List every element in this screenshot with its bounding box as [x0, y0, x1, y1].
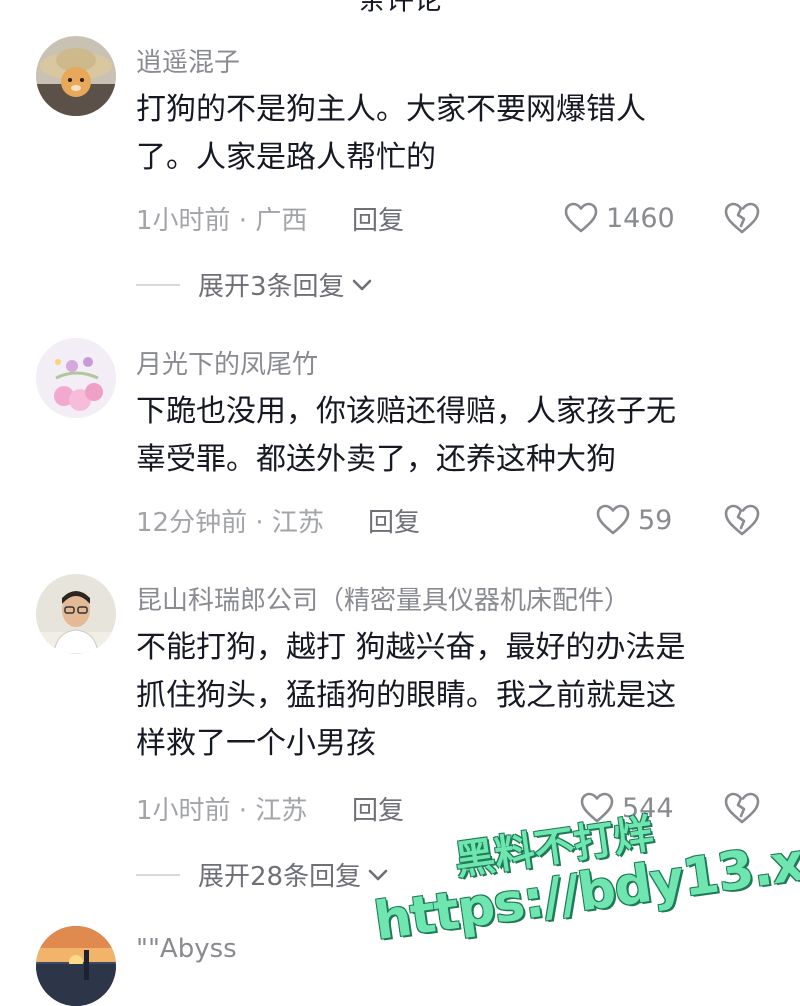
dislike-button[interactable]	[722, 198, 762, 238]
divider-line	[136, 283, 180, 286]
expand-replies-label: 展开3条回复	[198, 272, 345, 302]
like-button[interactable]: 59	[596, 500, 672, 540]
comment-username[interactable]: ""Abyss	[136, 934, 237, 964]
comment-meta: 12分钟前 · 江苏	[136, 508, 324, 538]
avatar[interactable]	[36, 574, 116, 654]
comment-meta: 1小时前 · 广西	[136, 206, 308, 236]
avatar[interactable]	[36, 338, 116, 418]
comment-meta: 1小时前 · 江苏	[136, 796, 308, 826]
watermark: 黑料不打烊 https://bdy13.xyz	[364, 784, 800, 990]
heart-outline-icon	[564, 202, 598, 233]
broken-heart-icon	[724, 202, 760, 234]
comment-text: 打狗的不是狗主人。大家不要网爆错人 了。人家是路人帮忙的	[136, 92, 646, 175]
like-count: 59	[638, 504, 673, 536]
avatar[interactable]	[36, 926, 116, 1006]
dislike-button[interactable]	[722, 500, 762, 540]
reply-button[interactable]: 回复	[352, 790, 404, 827]
broken-heart-icon	[724, 504, 760, 536]
like-count: 1460	[606, 202, 675, 234]
expand-replies-label: 展开28条回复	[198, 862, 362, 892]
chevron-down-icon	[352, 279, 371, 290]
heart-outline-icon	[596, 504, 630, 535]
reply-button[interactable]: 回复	[368, 502, 420, 539]
comment-username[interactable]: 月光下的凤尾竹	[136, 344, 318, 381]
divider-line	[136, 873, 180, 876]
comment-text: 下跪也没用，你该赔还得赔，人家孩子无 辜受罪。都送外卖了，还养这种大狗	[136, 394, 676, 477]
expand-replies[interactable]: 展开3条回复	[136, 266, 373, 303]
like-button[interactable]: 1460	[564, 198, 675, 238]
expand-replies[interactable]: 展开28条回复	[136, 856, 389, 893]
comment-username[interactable]: 逍遥混子	[136, 42, 240, 79]
header-title: 条评论	[0, 0, 800, 18]
reply-button[interactable]: 回复	[352, 200, 404, 237]
comment-username[interactable]: 昆山科瑞郎公司（精密量具仪器机床配件）	[136, 580, 630, 617]
comment-text: 不能打狗，越打 狗越兴奋，最好的办法是 抓住狗头，猛插狗的眼睛。我之前就是这 样…	[136, 630, 686, 761]
avatar[interactable]	[36, 36, 116, 116]
